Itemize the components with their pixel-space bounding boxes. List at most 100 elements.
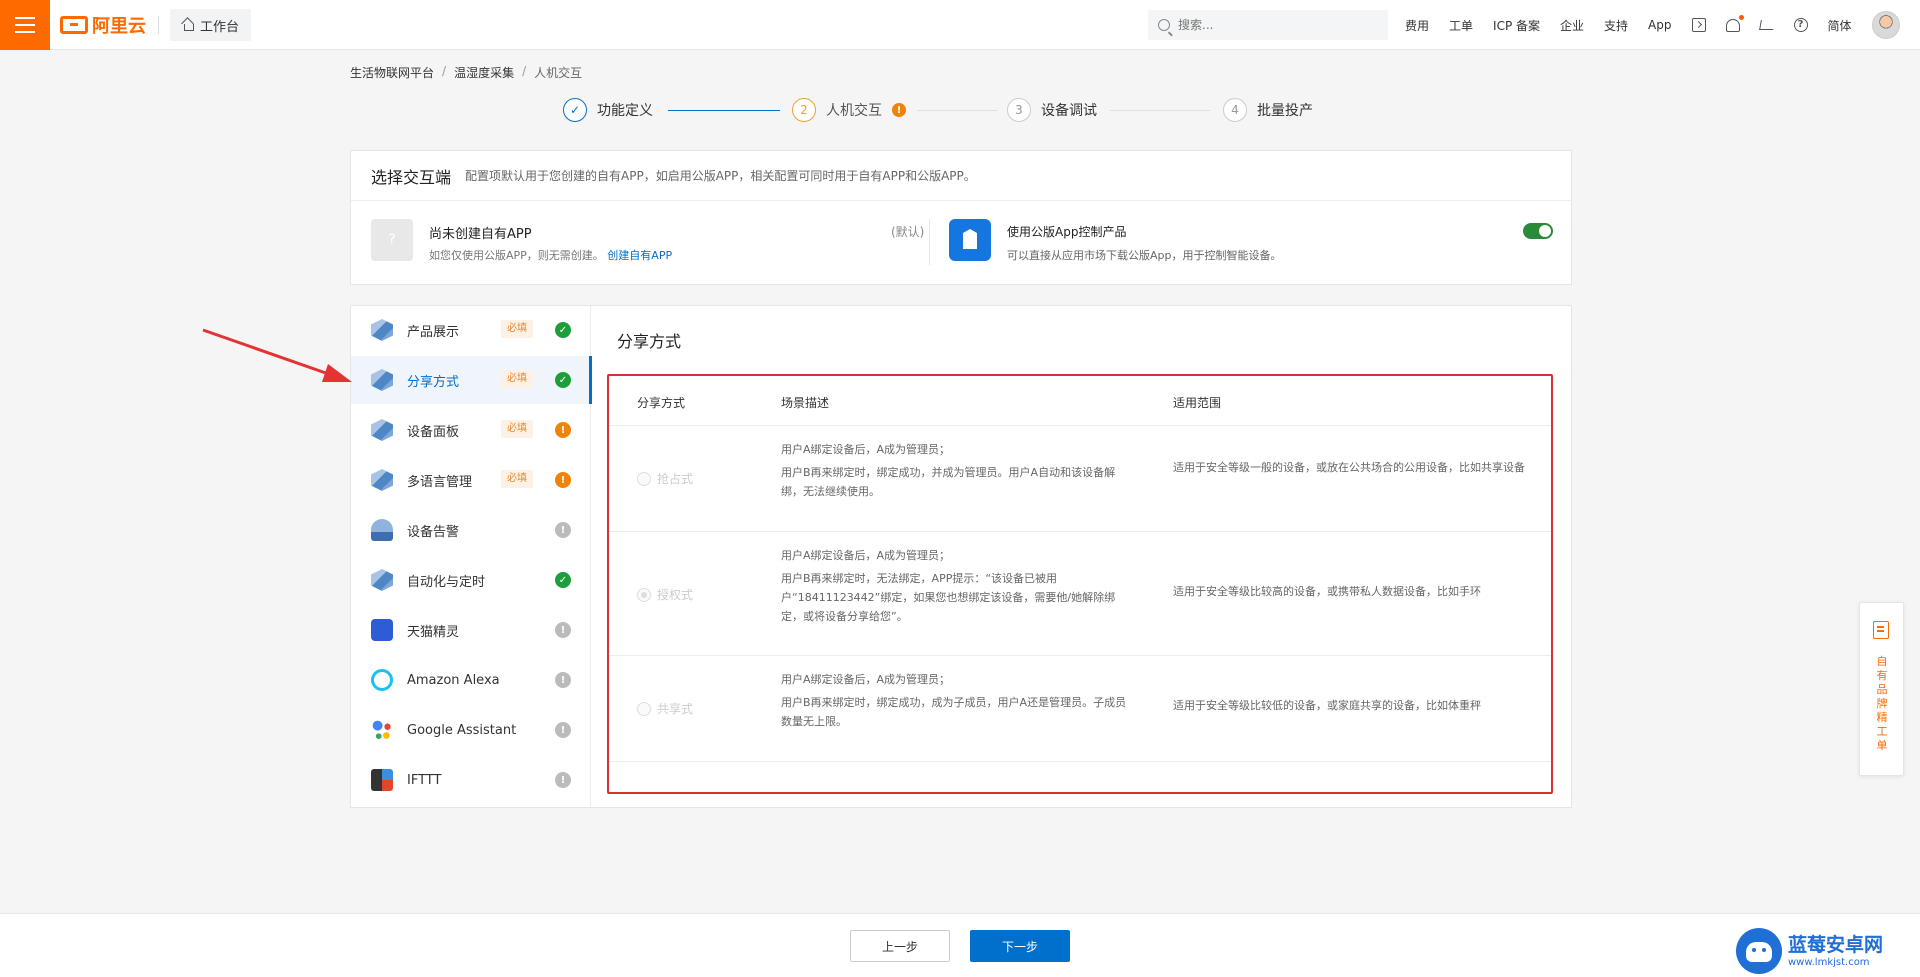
language-switch[interactable]: 简体 bbox=[1828, 17, 1852, 34]
sidebar-item-device-panel[interactable]: 设备面板 必填 ! bbox=[351, 406, 591, 454]
share-mode-radio-preempt[interactable]: 抢占式 bbox=[637, 470, 693, 487]
sidebar-item-automation[interactable]: 自动化与定时 ✓ bbox=[351, 556, 591, 604]
radio-dot[interactable] bbox=[637, 587, 651, 602]
nav-icp[interactable]: ICP 备案 bbox=[1493, 17, 1540, 34]
watermark-title: 蓝莓安卓网 bbox=[1788, 933, 1884, 956]
nav-enterprise[interactable]: 企业 bbox=[1560, 17, 1584, 34]
sidebar-item-product-display[interactable]: 产品展示 必填 ✓ bbox=[351, 306, 591, 354]
table-row: 授权式 用户A绑定设备后，A成为管理员； 用户B再来绑定时，无法绑定，APP提示… bbox=[609, 532, 1551, 656]
column-header-mode: 分享方式 bbox=[637, 396, 686, 410]
breadcrumb-separator: / bbox=[522, 64, 527, 78]
automation-icon bbox=[371, 569, 393, 591]
info-icon: ! bbox=[555, 622, 571, 638]
table-row: 抢占式 用户A绑定设备后，A成为管理员； 用户B再来绑定时，绑定成功，并成为管理… bbox=[609, 426, 1551, 532]
tmall-genie-icon bbox=[371, 619, 393, 641]
step-device-debugging: 3 设备调试 bbox=[1007, 98, 1097, 122]
share-icon bbox=[371, 369, 393, 391]
scenario-description: 用户A绑定设备后，A成为管理员； 用户B再来绑定时，绑定成功，并成为管理员。用户… bbox=[781, 440, 1137, 501]
step-connector bbox=[917, 110, 997, 111]
google-assistant-icon bbox=[371, 719, 393, 741]
check-icon: ✓ bbox=[555, 322, 571, 338]
nav-billing[interactable]: 费用 bbox=[1405, 17, 1429, 34]
scenario-description: 用户A绑定设备后，A成为管理员； 用户B再来绑定时，绑定成功，成为子成员，用户A… bbox=[781, 670, 1137, 731]
step-connector bbox=[668, 110, 780, 111]
breadcrumb-item-platform[interactable]: 生活物联网平台 bbox=[350, 64, 434, 81]
endpoint-body: ? 尚未创建自有APP 如您仅使用公版APP，则无需创建。 创建自有APP (默… bbox=[351, 201, 1571, 285]
column-header-scenario: 场景描述 bbox=[781, 396, 830, 410]
public-app-toggle[interactable] bbox=[1523, 223, 1553, 239]
language-icon bbox=[371, 469, 393, 491]
own-app-title: 尚未创建自有APP bbox=[429, 227, 532, 242]
check-icon: ✓ bbox=[555, 372, 571, 388]
scenario-line: 用户B再来绑定时，绑定成功，并成为管理员。用户A自动和该设备解绑，无法继续使用。 bbox=[781, 466, 1116, 498]
scenario-line: 用户A绑定设备后，A成为管理员； bbox=[781, 549, 951, 562]
watermark-text: 蓝莓安卓网 www.lmkjst.com bbox=[1788, 934, 1883, 969]
scenario-line: 用户A绑定设备后，A成为管理员； bbox=[781, 443, 951, 456]
nav-tickets[interactable]: 工单 bbox=[1449, 17, 1473, 34]
product-display-icon bbox=[371, 319, 393, 341]
breadcrumb-item-product[interactable]: 温湿度采集 bbox=[454, 64, 514, 81]
share-mode-table: 分享方式 场景描述 适用范围 抢占式 用户A绑定设备后，A成为管理员； 用户B再… bbox=[607, 374, 1553, 794]
sidebar-item-label: 分享方式 bbox=[407, 374, 460, 390]
nav-app[interactable]: App bbox=[1648, 18, 1671, 32]
info-icon: ! bbox=[555, 772, 571, 788]
home-icon bbox=[182, 19, 194, 31]
search-input[interactable] bbox=[1178, 18, 1368, 32]
help-icon[interactable]: ? bbox=[1793, 18, 1808, 32]
endpoint-description: 配置项默认用于您创建的自有APP，如启用公版APP，相关配置可同时用于自有APP… bbox=[465, 169, 976, 183]
step-function-definition: ✓ 功能定义 bbox=[563, 98, 653, 122]
watermark-logo-icon bbox=[1736, 928, 1782, 974]
breadcrumb-separator: / bbox=[442, 64, 447, 78]
notification-bell-icon[interactable] bbox=[1725, 14, 1744, 32]
share-mode-radio-shared[interactable]: 共享式 bbox=[637, 700, 693, 717]
sidebar-item-google-assistant[interactable]: Google Assistant ! bbox=[351, 706, 591, 754]
workbench-button[interactable]: 工作台 bbox=[170, 9, 252, 41]
terminal-icon[interactable] bbox=[1691, 18, 1706, 32]
hamburger-menu-icon[interactable] bbox=[0, 0, 50, 50]
config-sidebar: 产品展示 必填 ✓ 分享方式 必填 ✓ 设备面板 必填 ! 多语言管理 必填 !… bbox=[351, 306, 592, 807]
sidebar-item-alexa[interactable]: Amazon Alexa ! bbox=[351, 656, 591, 704]
step-label: 设备调试 bbox=[1041, 103, 1097, 119]
own-app-description: 如您仅使用公版APP，则无需创建。 创建自有APP bbox=[429, 247, 672, 263]
radio-label: 抢占式 bbox=[657, 472, 694, 486]
brand-ticket-float-tab[interactable]: 自有品牌精工单 bbox=[1859, 602, 1904, 776]
sidebar-item-tmall-genie[interactable]: 天猫精灵 ! bbox=[351, 606, 591, 654]
step-human-interaction: 2 人机交互 ! bbox=[792, 98, 906, 122]
sidebar-item-share-mode[interactable]: 分享方式 必填 ✓ bbox=[351, 356, 592, 404]
sidebar-item-ifttt[interactable]: IFTTT ! bbox=[351, 756, 591, 804]
step-number: 3 bbox=[1007, 98, 1031, 122]
create-own-app-link[interactable]: 创建自有APP bbox=[607, 249, 672, 262]
warning-icon: ! bbox=[555, 422, 571, 438]
top-navigation-bar: 阿里云 工作台 费用 工单 ICP 备案 企业 支持 App ? 简体 bbox=[0, 0, 1920, 50]
scenario-description: 用户A绑定设备后，A成为管理员； 用户B再来绑定时，无法绑定，APP提示：“该设… bbox=[781, 546, 1137, 626]
config-panel: 产品展示 必填 ✓ 分享方式 必填 ✓ 设备面板 必填 ! 多语言管理 必填 !… bbox=[350, 305, 1572, 808]
breadcrumb: 生活物联网平台 / 温湿度采集 / 人机交互 bbox=[350, 64, 582, 81]
site-watermark: 蓝莓安卓网 www.lmkjst.com bbox=[1736, 925, 1920, 977]
sidebar-item-device-alarm[interactable]: 设备告警 ! bbox=[351, 506, 591, 554]
nav-support[interactable]: 支持 bbox=[1604, 17, 1628, 34]
share-mode-title: 分享方式 bbox=[617, 332, 682, 351]
own-app-desc-text: 如您仅使用公版APP，则无需创建。 bbox=[429, 249, 604, 262]
previous-step-button[interactable]: 上一步 bbox=[850, 930, 950, 962]
step-number: 2 bbox=[792, 98, 816, 122]
scenario-line: 用户B再来绑定时，绑定成功，成为子成员，用户A还是管理员。子成员数量无上限。 bbox=[781, 696, 1127, 728]
cart-icon[interactable] bbox=[1758, 20, 1775, 30]
radio-dot[interactable] bbox=[637, 701, 651, 716]
warning-icon: ! bbox=[555, 472, 571, 488]
radio-dot[interactable] bbox=[637, 471, 651, 486]
interaction-endpoint-card: 选择交互端 配置项默认用于您创建的自有APP，如启用公版APP，相关配置可同时用… bbox=[350, 150, 1572, 285]
next-step-button[interactable]: 下一步 bbox=[970, 930, 1070, 962]
required-tag: 必填 bbox=[501, 470, 533, 488]
public-app-title: 使用公版App控制产品 bbox=[1007, 225, 1127, 239]
aliyun-logo[interactable]: 阿里云 bbox=[60, 12, 146, 38]
header-divider bbox=[158, 16, 159, 34]
endpoint-divider bbox=[929, 219, 930, 265]
app-placeholder-icon: ? bbox=[371, 219, 413, 261]
share-mode-radio-authorize[interactable]: 授权式 bbox=[637, 586, 693, 603]
step-number: 4 bbox=[1223, 98, 1247, 122]
scope-text: 适用于安全等级比较高的设备，或携带私人数据设备，比如手环 bbox=[1173, 585, 1481, 598]
user-avatar[interactable] bbox=[1871, 11, 1900, 39]
public-app-option: 使用公版App控制产品 可以直接从应用市场下载公版App，用于控制智能设备。 bbox=[949, 219, 1549, 269]
search-box[interactable] bbox=[1148, 10, 1388, 40]
sidebar-item-language[interactable]: 多语言管理 必填 ! bbox=[351, 456, 591, 504]
